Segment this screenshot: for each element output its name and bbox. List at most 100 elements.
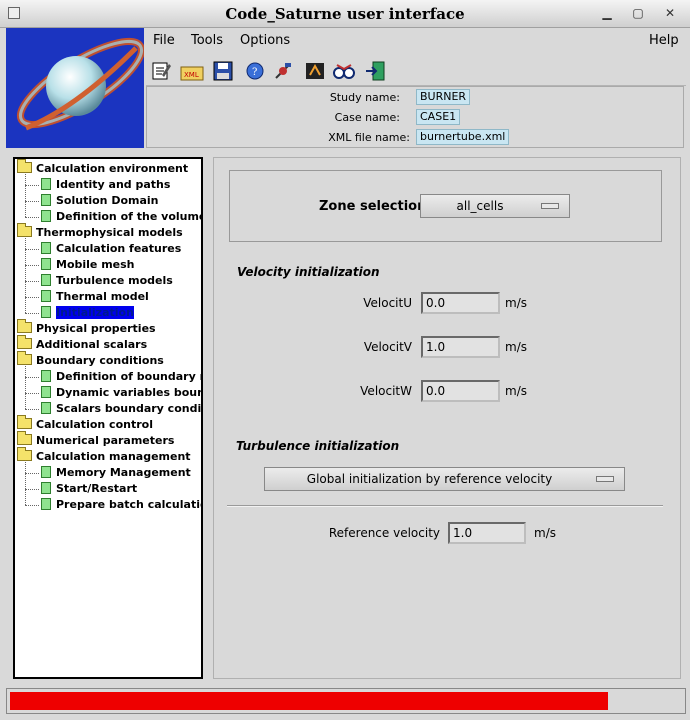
menu-options[interactable]: Options: [240, 33, 290, 48]
tree-item-label: Numerical parameters: [36, 434, 175, 447]
tree-connector: [25, 201, 39, 202]
navigation-tree: Calculation environment Identity and path…: [13, 157, 203, 679]
exit-icon[interactable]: [364, 60, 386, 82]
menu-bar: File Tools Options Help: [146, 30, 686, 54]
case-name-label: Case name:: [334, 111, 400, 124]
document-icon: [41, 498, 51, 510]
reference-velocity-unit: m/s: [534, 526, 556, 540]
document-icon: [41, 194, 51, 206]
info-icon[interactable]: ?: [244, 60, 266, 82]
menu-help[interactable]: Help: [649, 33, 679, 48]
tree-connector: [25, 238, 26, 313]
velocity-v-label: VelocitV: [363, 340, 412, 354]
velocity-u-unit: m/s: [505, 296, 527, 310]
turbulence-mode-combo[interactable]: Global initialization by reference veloc…: [264, 467, 625, 491]
folder-open-icon: [17, 415, 32, 429]
window-menu-icon[interactable]: [8, 7, 20, 19]
document-icon: [41, 274, 51, 286]
glasses-icon[interactable]: [332, 60, 355, 82]
satellite-icon[interactable]: [272, 60, 294, 82]
tree-item[interactable]: Definition of boundary regions: [41, 369, 201, 385]
tree-item[interactable]: Turbulence models: [41, 273, 173, 289]
tree-item-label: Thermophysical models: [36, 226, 183, 239]
zone-selection-combo[interactable]: all_cells: [420, 194, 570, 218]
xml-open-icon[interactable]: XML: [180, 60, 204, 82]
save-icon[interactable]: [212, 60, 234, 82]
tree-connector: [25, 393, 39, 394]
study-info-panel: Study name: BURNER Case name: CASE1 XML …: [146, 86, 684, 148]
velocity-w-label: VelocitW: [360, 384, 412, 398]
tree-item[interactable]: Calculation control: [17, 415, 153, 433]
close-icon[interactable]: ✕: [661, 5, 679, 21]
combo-indicator-icon: [596, 476, 614, 482]
tree-connector: [25, 297, 39, 298]
tree-item[interactable]: Mobile mesh: [41, 257, 135, 273]
tree-item-label: Definition of boundary regions: [56, 370, 201, 383]
document-icon: [41, 290, 51, 302]
document-icon: [41, 386, 51, 398]
tree-item-label: Additional scalars: [36, 338, 148, 351]
run-icon[interactable]: [304, 60, 326, 82]
tree-connector: [25, 217, 39, 218]
tree-connector: [25, 366, 26, 409]
tree-item[interactable]: Solution Domain: [41, 193, 159, 209]
tree-item[interactable]: Thermophysical models: [17, 223, 183, 241]
reference-velocity-label: Reference velocity: [328, 526, 440, 540]
folder-open-icon: [17, 431, 32, 445]
tree-connector: [25, 313, 39, 314]
folder-open-icon: [17, 351, 32, 365]
tree-item-label: Memory Management: [56, 466, 191, 479]
tree-item-label: Physical properties: [36, 322, 156, 335]
document-icon: [41, 370, 51, 382]
velocity-w-input[interactable]: 0.0: [421, 380, 500, 402]
tree-item[interactable]: Additional scalars: [17, 335, 148, 353]
tree-item[interactable]: Boundary conditions: [17, 351, 164, 369]
tree-item-label: Dynamic variables bound. cond.: [56, 386, 201, 399]
tree-item[interactable]: Calculation features: [41, 241, 181, 257]
tree-connector: [25, 505, 39, 506]
tree-item-label: Thermal model: [56, 290, 149, 303]
velocity-u-input[interactable]: 0.0: [421, 292, 500, 314]
study-name-value: BURNER: [416, 89, 471, 105]
tree-item-label: Definition of the volume zones: [56, 210, 203, 223]
tree-item[interactable]: Definition of the volume zones: [41, 209, 203, 225]
tree-item[interactable]: Calculation environment: [17, 159, 188, 177]
maximize-icon[interactable]: ▢: [629, 5, 647, 21]
tree-item[interactable]: Calculation management: [17, 447, 191, 465]
tree-connector: [25, 281, 39, 282]
menu-file[interactable]: File: [153, 33, 175, 48]
document-icon: [41, 482, 51, 494]
tree-item[interactable]: Identity and paths: [41, 177, 170, 193]
menu-tools[interactable]: Tools: [191, 33, 223, 48]
velocity-v-input[interactable]: 1.0: [421, 336, 500, 358]
tree-item[interactable]: Scalars boundary conditions: [41, 401, 201, 417]
tree-item[interactable]: Prepare batch calculation: [41, 497, 201, 513]
tree-item[interactable]: Dynamic variables bound. cond.: [41, 385, 201, 401]
reference-velocity-input[interactable]: 1.0: [448, 522, 526, 544]
tree-item[interactable]: Initialization: [41, 305, 134, 321]
tree-item-label: Start/Restart: [56, 482, 138, 495]
folder-open-icon: [17, 159, 32, 173]
zone-selection-label: Zone selection: [319, 199, 427, 214]
svg-text:?: ?: [252, 67, 257, 78]
tree-item[interactable]: Physical properties: [17, 319, 156, 337]
document-icon: [41, 306, 51, 318]
minimize-icon[interactable]: ▁: [598, 5, 616, 21]
separator: [227, 505, 663, 507]
tree-item[interactable]: Numerical parameters: [17, 431, 175, 449]
title-bar: Code_Saturne user interface ▁ ▢ ✕: [0, 0, 690, 28]
tree-item-label: Solution Domain: [56, 194, 159, 207]
progress-bar-frame: [6, 688, 686, 714]
tree-connector: [25, 265, 39, 266]
velocity-u-label: VelocitU: [363, 296, 412, 310]
tree-item[interactable]: Thermal model: [41, 289, 149, 305]
tree-item-label: Calculation control: [36, 418, 153, 431]
folder-open-icon: [17, 447, 32, 461]
edit-icon[interactable]: [150, 60, 172, 82]
tree-connector: [25, 174, 26, 217]
document-icon: [41, 466, 51, 478]
svg-text:XML: XML: [184, 71, 199, 79]
tree-item[interactable]: Start/Restart: [41, 481, 137, 497]
tree-connector: [25, 489, 39, 490]
tree-item[interactable]: Memory Management: [41, 465, 191, 481]
